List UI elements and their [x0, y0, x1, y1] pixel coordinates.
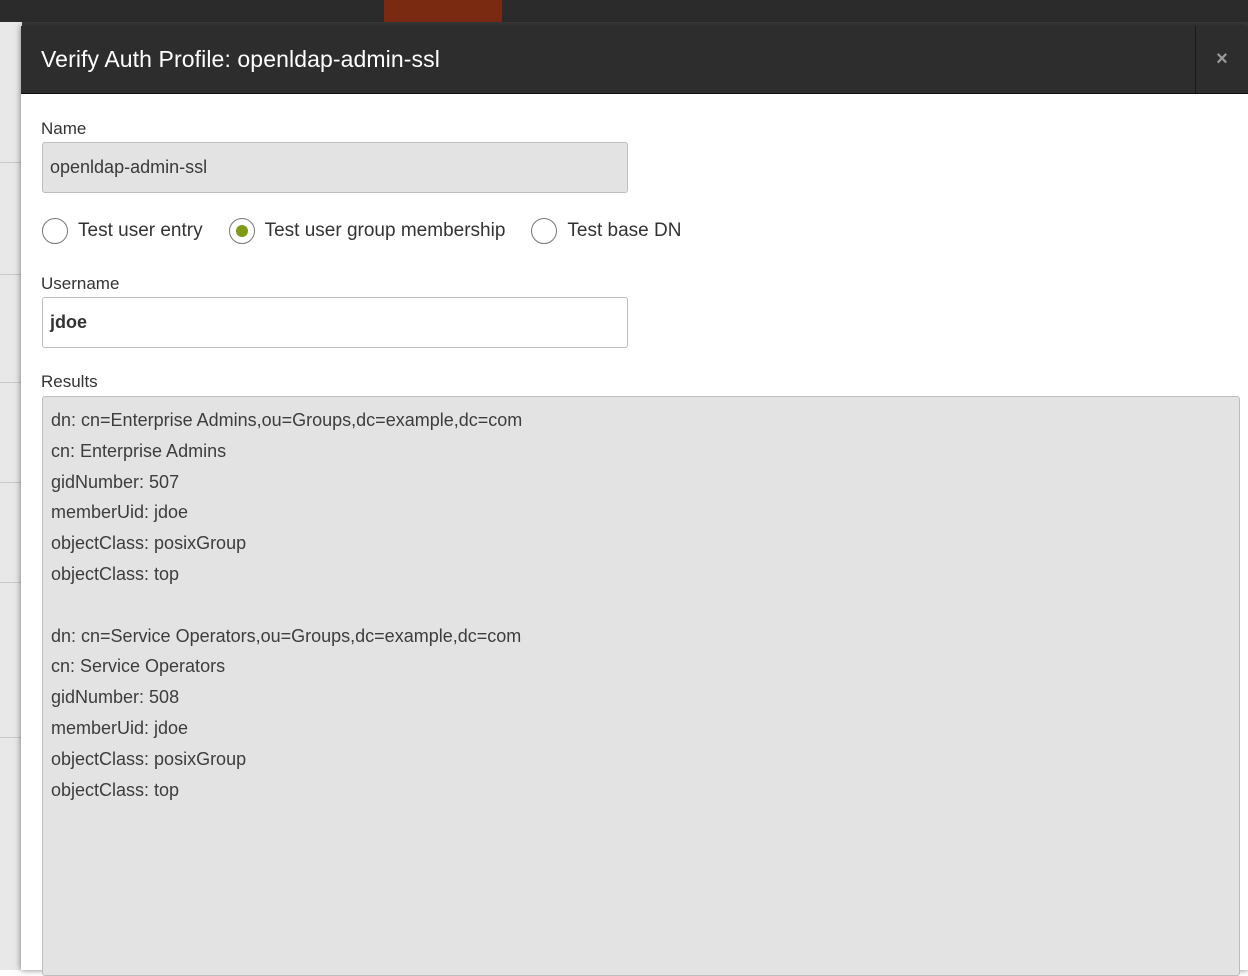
name-label: Name: [41, 119, 87, 138]
results-textarea[interactable]: dn: cn=Enterprise Admins,ou=Groups,dc=ex…: [42, 396, 1240, 976]
test-type-radio-group: Test user entry Test user group membershi…: [42, 216, 707, 246]
username-field[interactable]: jdoe: [42, 297, 628, 348]
verify-auth-profile-dialog: Verify Auth Profile: openldap-admin-ssl …: [21, 26, 1248, 976]
radio-selected-dot: [235, 225, 248, 237]
radio-label: Test user entry: [78, 220, 203, 241]
close-icon: ×: [1216, 48, 1228, 70]
dialog-header: Verify Auth Profile: openldap-admin-ssl …: [21, 26, 1248, 94]
result-line: objectClass: top: [51, 779, 180, 800]
radio-icon[interactable]: [228, 218, 255, 244]
username-label: Username: [41, 274, 120, 293]
active-tab-indicator: [384, 0, 502, 22]
background-page-edge: [0, 22, 22, 970]
results-label: Results: [41, 372, 98, 391]
radio-label: Test user group membership: [264, 220, 506, 241]
result-line: objectClass: top: [51, 563, 180, 584]
name-field: openldap-admin-ssl: [42, 142, 628, 193]
radio-test-user-group-membership[interactable]: Test user group membership: [228, 218, 506, 244]
radio-icon[interactable]: [531, 218, 558, 244]
result-line: dn: cn=Enterprise Admins,ou=Groups,dc=ex…: [51, 410, 523, 430]
dialog-title: Verify Auth Profile: openldap-admin-ssl: [41, 46, 440, 72]
radio-label: Test base DN: [567, 220, 682, 241]
close-button[interactable]: ×: [1195, 26, 1248, 93]
radio-icon[interactable]: [42, 218, 68, 244]
result-line: cn: Enterprise Admins: [51, 440, 227, 461]
result-line: objectClass: posixGroup: [51, 533, 247, 554]
radio-test-base-dn[interactable]: Test base DN: [531, 218, 681, 244]
result-line: memberUid: jdoe: [51, 717, 189, 738]
result-line: gidNumber: 507: [51, 471, 180, 492]
radio-test-user-entry[interactable]: Test user entry: [42, 218, 203, 244]
result-line: [51, 593, 1231, 624]
result-line: cn: Service Operators: [51, 656, 226, 677]
result-line: dn: cn=Service Operators,ou=Groups,dc=ex…: [51, 625, 522, 646]
app-top-bar: [0, 0, 1248, 22]
result-line: memberUid: jdoe: [51, 502, 189, 523]
result-line: gidNumber: 508: [51, 687, 180, 708]
result-line: objectClass: posixGroup: [51, 748, 247, 769]
